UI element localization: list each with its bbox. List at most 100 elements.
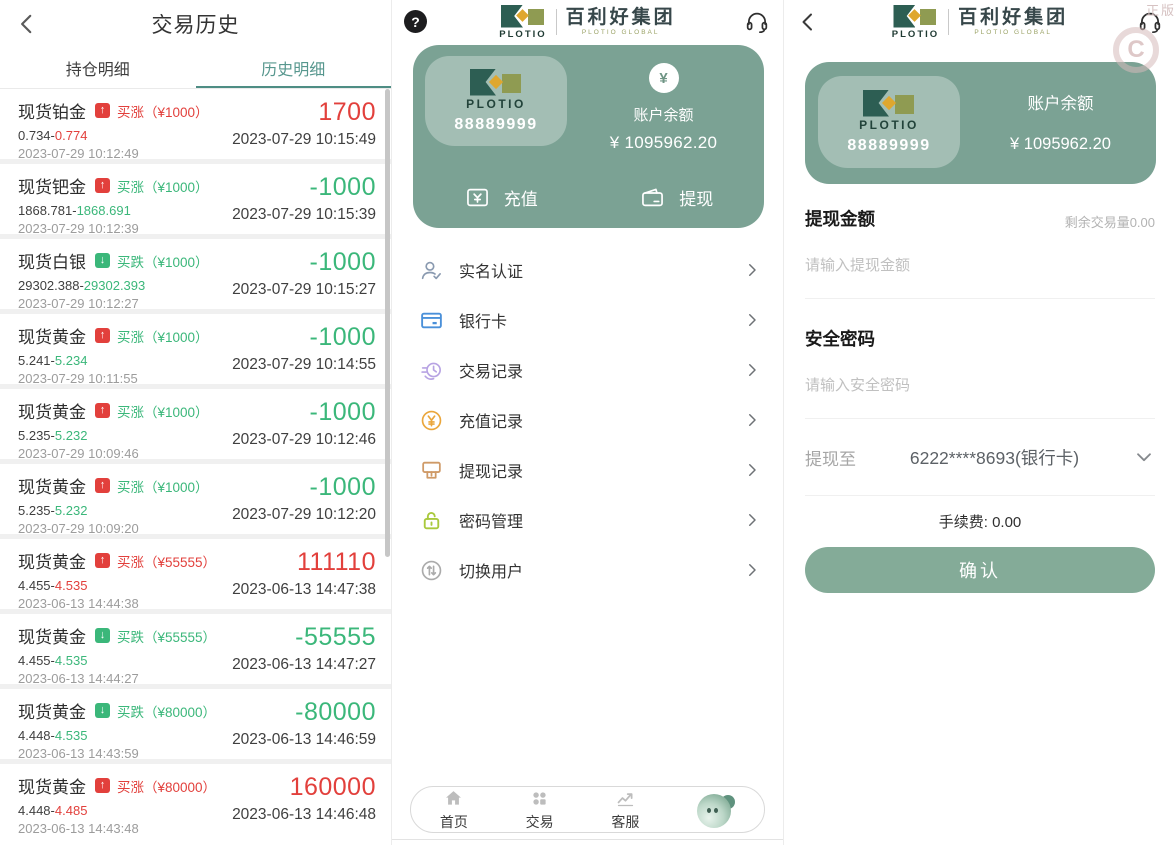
- buy-down-badge-icon: ↓: [95, 703, 110, 718]
- chart-icon: [615, 788, 636, 812]
- security-password-label: 安全密码: [805, 326, 875, 351]
- brand-logo: PLOTIO 百利好集团 PLOTIO GLOBAL: [499, 5, 675, 40]
- menu-item-switch-user[interactable]: 切换用户: [392, 545, 783, 595]
- plotio-logo-text: PLOTIO: [499, 29, 546, 40]
- trade-row-right: 1600002023-06-13 14:46:48: [232, 773, 376, 827]
- security-password-input[interactable]: [805, 365, 1155, 419]
- trade-row[interactable]: 现货白银↓买跌（¥1000）29302.388-29302.3932023-07…: [0, 239, 391, 309]
- buy-up-badge-icon: ↑: [95, 553, 110, 568]
- bank-card-option: 6222****8693(银行卡): [856, 445, 1133, 470]
- back-icon[interactable]: [14, 11, 40, 37]
- pnl-value: 160000: [290, 775, 376, 800]
- trade-row[interactable]: 现货黄金↑买涨（¥1000）5.235-5.2322023-07-29 10:0…: [0, 464, 391, 534]
- menu-item-person-check[interactable]: 实名认证: [392, 245, 783, 295]
- trade-row-right: -555552023-06-13 14:47:27: [232, 623, 376, 677]
- customer-service-icon[interactable]: [744, 9, 770, 35]
- menu-item-coin-yuan[interactable]: 充值记录: [392, 395, 783, 445]
- price-range: 4.455-4.535: [18, 578, 232, 593]
- scrollbar-thumb[interactable]: [385, 89, 390, 557]
- close-time: 2023-07-29 10:15:49: [232, 131, 376, 149]
- menu-item-clock-history[interactable]: 交易记录: [392, 345, 783, 395]
- trade-row-left: 现货铂金↑买涨（¥1000）0.734-0.7742023-07-29 10:1…: [18, 98, 232, 152]
- brand-separator: [556, 9, 557, 35]
- panel-withdraw: 正版 C PLOTIO 百利好集团 PLOTIO GLOBAL: [784, 0, 1176, 845]
- menu-item-lock[interactable]: 密码管理: [392, 495, 783, 545]
- password-label-row: 安全密码: [805, 326, 1155, 351]
- withdraw-amount-input[interactable]: [805, 245, 1155, 299]
- buy-up-badge-icon: ↑: [95, 778, 110, 793]
- close-price: 4.485: [55, 803, 88, 818]
- plotio-logo-icon: [863, 90, 915, 117]
- card-actions: 充值 提现: [413, 184, 764, 211]
- help-icon[interactable]: ?: [404, 10, 427, 33]
- close-price: 4.535: [55, 728, 88, 743]
- brand-name: 百利好集团: [958, 8, 1068, 29]
- trade-row[interactable]: 现货黄金↑买涨（¥80000）4.448-4.4852023-06-13 14:…: [0, 764, 391, 834]
- grid-icon: [529, 788, 550, 812]
- back-icon[interactable]: [796, 10, 820, 34]
- menu-item-withdraw-record[interactable]: 提现记录: [392, 445, 783, 495]
- close-time: 2023-06-13 14:46:59: [232, 731, 376, 749]
- trade-row[interactable]: 现货钯金↑买涨（¥1000）1868.781-1868.6912023-07-2…: [0, 164, 391, 234]
- deposit-button[interactable]: 充值: [413, 184, 589, 211]
- trade-row-left: 现货黄金↓买跌（¥80000）4.448-4.5352023-06-13 14:…: [18, 698, 232, 752]
- plotio-logo-icon: [470, 69, 522, 96]
- balance-card: PLOTIO 88889999 ¥ 账户余额 ¥ 1095962.20 充值 提…: [413, 45, 764, 228]
- nav-item-home[interactable]: 首页: [440, 788, 468, 832]
- direction-stake-label: 买涨（¥1000）: [117, 476, 209, 496]
- balance-card: PLOTIO 88889999 账户余额 ¥ 1095962.20: [805, 62, 1156, 184]
- trade-row-left: 现货黄金↑买涨（¥1000）5.241-5.2342023-07-29 10:1…: [18, 323, 232, 377]
- app-header: ? PLOTIO 百利好集团 PLOTIO GLOBAL: [392, 0, 783, 44]
- trade-row[interactable]: 现货黄金↑买涨（¥1000）5.241-5.2342023-07-29 10:1…: [0, 314, 391, 384]
- trade-row-line1: 现货白银↓买跌（¥1000）: [18, 248, 232, 273]
- trade-row-left: 现货黄金↑买涨（¥1000）5.235-5.2322023-07-29 10:0…: [18, 398, 232, 452]
- instrument-name: 现货钯金: [18, 173, 86, 198]
- fee-label: 手续费:: [939, 514, 988, 531]
- fee-row: 手续费: 0.00: [805, 511, 1155, 532]
- open-time: 2023-06-13 14:43:59: [18, 746, 232, 761]
- instrument-name: 现货黄金: [18, 398, 86, 423]
- trade-row[interactable]: 现货铂金↑买涨（¥1000）0.734-0.7742023-07-29 10:1…: [0, 89, 391, 159]
- close-price: 0.774: [55, 128, 88, 143]
- fee-value: 0.00: [992, 514, 1021, 531]
- trade-row-right: -1000 2023-07-29 10:15:39: [232, 173, 376, 227]
- plotio-logo-text: PLOTIO: [466, 97, 526, 111]
- open-time: 2023-07-29 10:09:46: [18, 446, 232, 461]
- nav-item-grid[interactable]: 交易: [526, 788, 554, 832]
- instrument-name: 现货黄金: [18, 323, 86, 348]
- instrument-name: 现货黄金: [18, 623, 86, 648]
- trade-row[interactable]: 现货黄金↓买跌（¥55555）4.455-4.5352023-06-13 14:…: [0, 614, 391, 684]
- trade-row-line1: 现货黄金↓买跌（¥55555）: [18, 623, 232, 648]
- confirm-button[interactable]: 确认: [805, 547, 1155, 593]
- trade-history-header: 交易历史: [0, 0, 391, 48]
- trade-row-left: 现货钯金↑买涨（¥1000）1868.781-1868.6912023-07-2…: [18, 173, 232, 227]
- pnl-value: -1000: [310, 175, 376, 200]
- trade-row-line1: 现货黄金↑买涨（¥55555）: [18, 548, 232, 573]
- trade-row[interactable]: 现货黄金↑买涨（¥55555）4.455-4.5352023-06-13 14:…: [0, 539, 391, 609]
- close-time: 2023-07-29 10:15:39: [232, 206, 376, 224]
- instrument-name: 现货白银: [18, 248, 86, 273]
- direction-stake-label: 买跌（¥1000）: [117, 251, 209, 271]
- chevron-right-icon: [743, 561, 761, 579]
- deposit-label: 充值: [504, 185, 538, 210]
- price-range: 4.455-4.535: [18, 653, 232, 668]
- pnl-value: -1000: [310, 325, 376, 350]
- withdraw-to-select[interactable]: 提现至 6222****8693(银行卡): [805, 419, 1155, 496]
- direction-stake-label: 买涨（¥80000）: [117, 776, 216, 796]
- plotio-logo-icon: [501, 5, 545, 28]
- balance-value: ¥ 1095962.20: [583, 133, 744, 153]
- mascot-avatar[interactable]: [697, 791, 735, 829]
- nav-item-chart[interactable]: 客服: [611, 788, 639, 832]
- tab-position-detail[interactable]: 持仓明细: [0, 48, 196, 88]
- menu-item-label: 密码管理: [459, 508, 523, 532]
- tab-history-detail[interactable]: 历史明细: [196, 48, 392, 88]
- page-title: 交易历史: [152, 9, 240, 39]
- menu-item-bank-card[interactable]: 银行卡: [392, 295, 783, 345]
- pnl-value: -1000: [310, 400, 376, 425]
- trade-row[interactable]: 现货黄金↓买跌（¥80000）4.448-4.5352023-06-13 14:…: [0, 689, 391, 759]
- clock-history-icon: [419, 358, 444, 383]
- withdraw-button[interactable]: 提现: [589, 184, 765, 211]
- price-range: 1868.781-1868.691: [18, 203, 232, 218]
- trade-row[interactable]: 现货黄金↑买涨（¥1000）5.235-5.2322023-07-29 10:0…: [0, 389, 391, 459]
- price-range: 29302.388-29302.393: [18, 278, 232, 293]
